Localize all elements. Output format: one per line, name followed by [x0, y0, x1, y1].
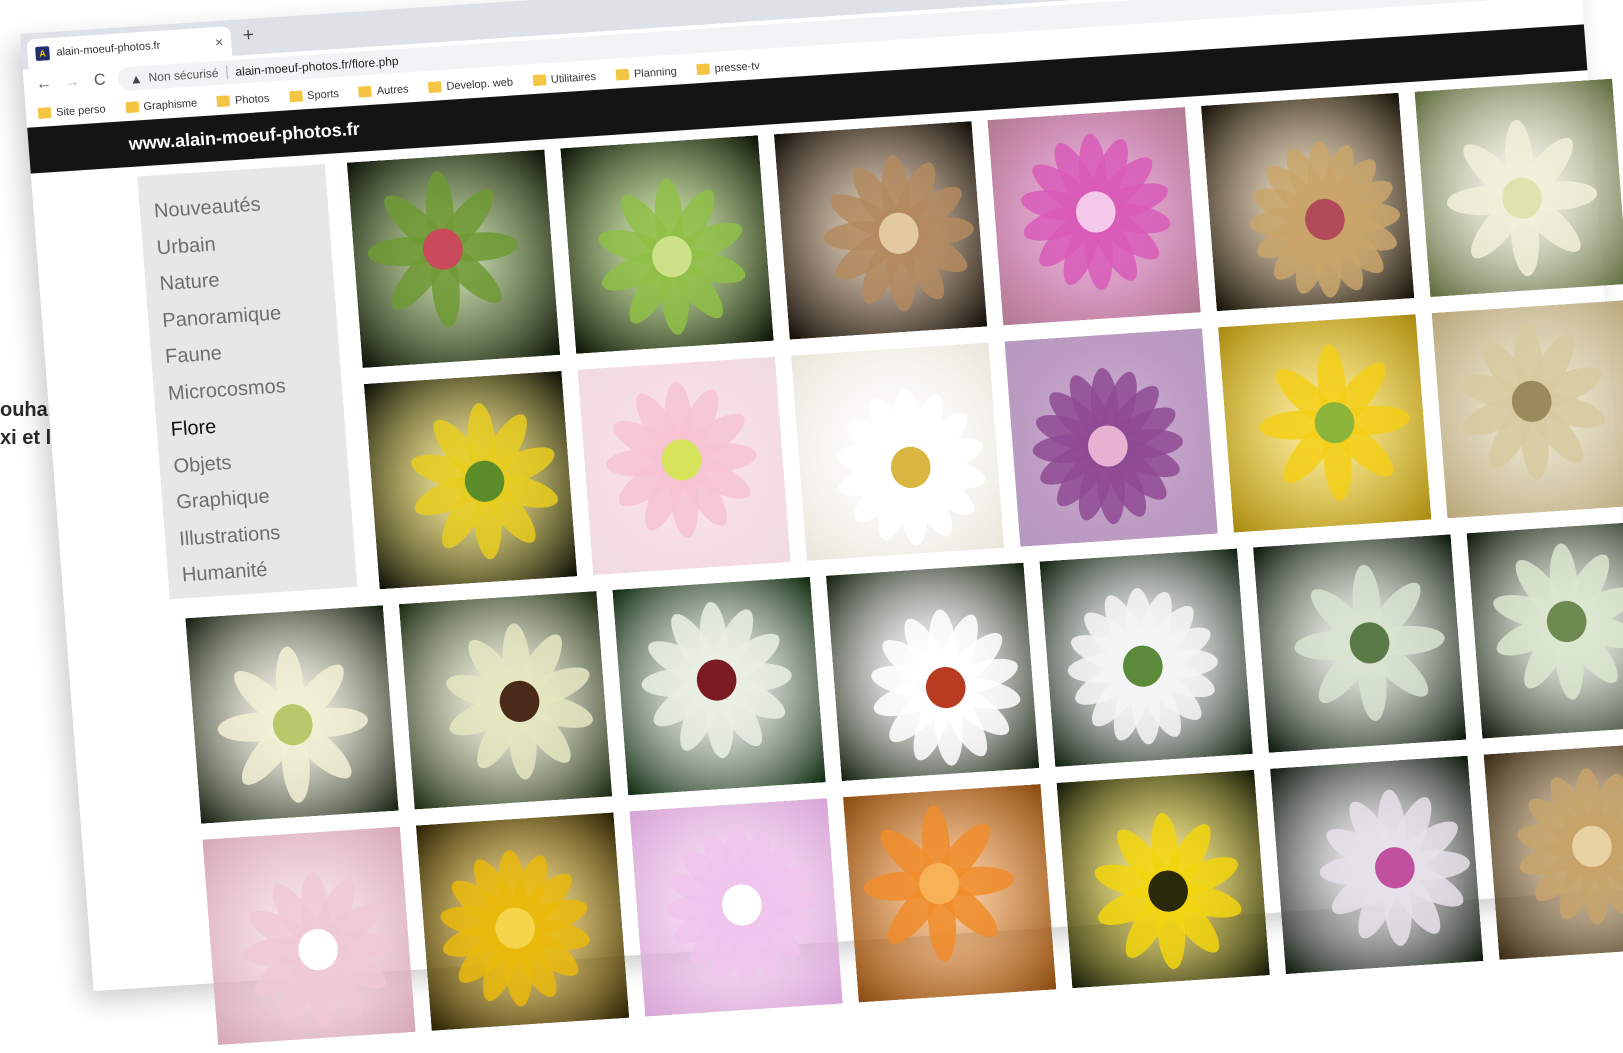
folder-icon	[428, 80, 442, 93]
photo-purple-flower[interactable]	[1004, 328, 1218, 547]
bookmark-folder[interactable]: Develop. web	[428, 76, 513, 94]
photo-pink-buds[interactable]	[1200, 92, 1415, 312]
bookmark-folder[interactable]: Planning	[615, 65, 678, 82]
photo-gallery	[346, 78, 1623, 590]
bookmark-label: presse-tv	[714, 60, 761, 76]
photo-red-berries[interactable]	[825, 562, 1040, 782]
photo-yellow-petals[interactable]	[415, 812, 630, 1031]
back-arrow-icon[interactable]: ←	[29, 75, 58, 95]
security-status[interactable]: Non sécurisé	[148, 66, 219, 85]
photo-dry-petals[interactable]	[1483, 741, 1623, 960]
photo-white-buds[interactable]	[1253, 534, 1467, 753]
folder-icon	[696, 62, 710, 75]
photo-dried-seedhead[interactable]	[773, 121, 988, 340]
bookmark-folder[interactable]: presse-tv	[696, 60, 760, 76]
photo-white-star-flowers[interactable]	[185, 605, 399, 824]
photo-white-cluster[interactable]	[1414, 78, 1623, 298]
bookmark-label: Graphisme	[143, 97, 198, 113]
folder-icon	[216, 94, 231, 107]
category-menu: Nouveautés Urbain Nature Panoramique Fau…	[137, 164, 358, 600]
bookmark-label: Utilitaires	[550, 70, 597, 86]
photo-spiky-green-bud[interactable]	[560, 135, 774, 354]
bookmark-label: Photos	[234, 92, 270, 107]
photo-queen-annes-lace[interactable]	[398, 590, 613, 810]
bookmark-folder[interactable]: Autres	[358, 83, 409, 98]
reload-icon[interactable]: C	[85, 71, 114, 91]
warning-icon[interactable]: ▲	[129, 70, 143, 86]
browser-window: A alain-moeuf-photos.fr × + ← → C ▲ Non …	[20, 0, 1623, 1046]
folder-icon	[288, 89, 303, 102]
bookmark-label: Autres	[376, 83, 410, 98]
bookmark-label: Sports	[306, 88, 340, 103]
folder-icon	[358, 85, 373, 98]
bookmark-folder[interactable]: Site perso	[37, 103, 107, 120]
photo-lilac-petals[interactable]	[629, 798, 843, 1017]
photo-green-buds[interactable]	[1466, 520, 1623, 739]
bookmark-folder[interactable]: Photos	[216, 92, 270, 108]
photo-gallery-lower	[185, 520, 1623, 1046]
folder-icon	[125, 100, 139, 113]
photo-white-flower[interactable]	[790, 342, 1005, 561]
photo-pink-sphere[interactable]	[1270, 755, 1484, 975]
photo-dandelion-clock[interactable]	[612, 576, 826, 796]
forward-arrow-icon[interactable]: →	[57, 73, 86, 93]
bookmark-folder[interactable]: Utilitaires	[532, 70, 597, 87]
new-tab-button[interactable]: +	[242, 25, 255, 48]
bookmark-folder[interactable]: Graphisme	[125, 97, 198, 114]
tab-title: alain-moeuf-photos.fr	[56, 39, 161, 59]
photo-white-berries[interactable]	[1039, 548, 1253, 767]
photo-yellow-daisy[interactable]	[1056, 769, 1270, 989]
bookmark-folder[interactable]: Sports	[288, 88, 340, 103]
photo-yellow-flower[interactable]	[1218, 314, 1432, 533]
photo-pink-stamens[interactable]	[987, 106, 1201, 326]
photo-pink-blur[interactable]	[202, 826, 416, 1046]
site-favicon-icon: A	[35, 46, 51, 61]
photo-orange-rose[interactable]	[842, 783, 1057, 1003]
bookmark-label: Planning	[633, 65, 678, 81]
bookmark-label: Site perso	[55, 103, 107, 119]
photo-fuzzy-leaf[interactable]	[1431, 299, 1623, 519]
bookmark-label: Develop. web	[446, 76, 514, 93]
photo-yellow-orchid[interactable]	[363, 370, 578, 590]
url-text[interactable]: alain-moeuf-photos.fr/flore.php	[235, 54, 399, 79]
site-title[interactable]: www.alain-moeuf-photos.fr	[128, 118, 360, 154]
omnibox-divider	[225, 65, 228, 80]
photo-green-bud[interactable]	[346, 149, 561, 369]
folder-icon	[37, 106, 52, 119]
close-icon[interactable]: ×	[214, 34, 223, 50]
folder-icon	[532, 73, 547, 86]
folder-icon	[615, 68, 630, 81]
photo-pale-pink-flower[interactable]	[577, 356, 791, 576]
